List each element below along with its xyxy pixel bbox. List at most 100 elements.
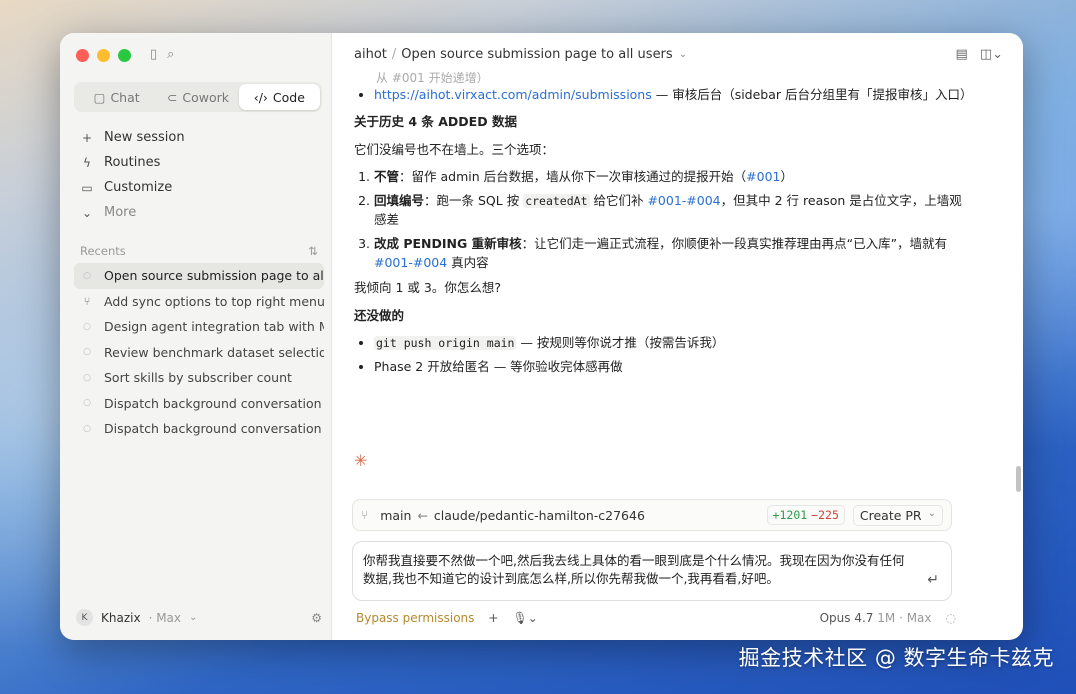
sidebar-item-label: Customize [104, 180, 173, 195]
zoom-window-button[interactable] [118, 49, 131, 62]
options-list: 不管：留作 admin 后台数据，墙从你下一次审核通过的提报开始（#001） 回… [374, 167, 974, 272]
tab-cowork[interactable]: ⊂ Cowork [157, 84, 238, 110]
recent-item[interactable]: ○ Sort skills by subscriber count [74, 365, 324, 391]
ref-link[interactable]: #001-#004 [647, 193, 720, 208]
dot-icon: ○ [83, 372, 91, 383]
filter-icon[interactable]: ⇅ [308, 244, 318, 258]
recent-label: Add sync options to top right menu [104, 293, 324, 309]
sidebar-item-label: Routines [104, 155, 161, 170]
lightning-icon: ϟ [83, 155, 91, 170]
option-text: 真内容 [447, 255, 489, 271]
tab-chat[interactable]: ▢ Chat [76, 84, 157, 110]
admin-submissions-link[interactable]: https://aihot.virxact.com/admin/submissi… [374, 87, 652, 102]
dot-icon: ○ [83, 347, 91, 358]
paragraph: 我倾向 1 或 3。你怎么想? [354, 280, 501, 296]
sidebar-nav: + New session ϟ Routines ▭ Customize ⌄ M… [74, 125, 322, 225]
sidebar-item-label: New session [104, 130, 185, 145]
ref-link[interactable]: #001 [746, 169, 780, 184]
diff-stats[interactable]: +1201 −225 [766, 505, 845, 525]
option-title: 不管 [374, 169, 400, 185]
option-text: ：跑一条 SQL 按 [424, 192, 524, 208]
chevron-down-icon[interactable]: ⌄ [679, 49, 687, 60]
search-icon[interactable]: ⌕ [167, 47, 174, 62]
additions-count: +1201 [772, 508, 808, 522]
sidebar-item-routines[interactable]: ϟ Routines [74, 150, 322, 175]
recent-label: Dispatch background conversation [104, 421, 322, 437]
ref-link[interactable]: #001-#004 [374, 255, 447, 270]
chevron-down-icon[interactable]: ⌄ [928, 508, 936, 523]
permissions-selector[interactable]: Bypass permissions [356, 611, 474, 625]
user-name: Khazix [101, 610, 141, 625]
list-item: 回填编号：跑一条 SQL 按 createdAt 给它们补 #001-#004，… [374, 191, 974, 230]
option-title: 回填编号 [374, 192, 425, 208]
composer-text[interactable]: 你帮我直接要不然做一个吧,然后我去线上具体的看一眼到底是个什么情况。我现在因为你… [363, 552, 911, 588]
recents-title: Recents [80, 244, 126, 258]
sidebar-item-customize[interactable]: ▭ Customize [74, 175, 322, 200]
recent-item[interactable]: ○ Review benchmark dataset selection [74, 340, 324, 366]
recent-item[interactable]: ○ Dispatch background conversation [74, 416, 324, 442]
todo-list: git push origin main — 按规则等你说才推（按需告诉我） P… [374, 333, 974, 376]
dot-icon: ○ [83, 270, 91, 281]
sidebar-item-label: More [104, 205, 137, 220]
dot-icon: ○ [83, 423, 91, 434]
document-icon[interactable]: ▤ [956, 47, 968, 62]
branch-icon: ⑂ [83, 294, 91, 308]
minimize-window-button[interactable] [97, 49, 110, 62]
create-pr-button[interactable]: Create PR ⌄ [852, 504, 943, 526]
list-item: git push origin main — 按规则等你说才推（按需告诉我） [374, 333, 974, 353]
enter-icon[interactable]: ↵ [927, 570, 939, 590]
sidebar-top-icons: ▯ ⌕ [150, 47, 174, 62]
composer-footer: Bypass permissions + 🎙⌄ Opus 4.7 1M · Ma… [356, 611, 956, 625]
dot-icon: ○ [83, 398, 91, 409]
settings-icon[interactable]: ⚙ [311, 611, 322, 625]
plus-icon: + [81, 130, 93, 145]
plus-icon[interactable]: + [488, 611, 498, 625]
list-item: Phase 2 开放给匿名 — 等你验收完体感再做 [374, 357, 974, 376]
recent-item[interactable]: ○ Dispatch background conversation [74, 391, 324, 417]
main-header: aihot / Open source submission page to a… [354, 47, 1003, 62]
recent-item[interactable]: ○ Open source submission page to all use… [74, 263, 324, 289]
create-pr-label: Create PR [859, 507, 922, 523]
sidebar-item-more[interactable]: ⌄ More [74, 200, 322, 225]
microphone-icon[interactable]: 🎙⌄ [512, 611, 537, 625]
list-text: — 按规则等你说才推（按需告诉我） [516, 335, 725, 351]
option-text: ：留作 admin 后台数据，墙从你下一次审核通过的提报开始（ [399, 169, 747, 185]
list-text: Phase 2 开放给匿名 — 等你验收完体感再做 [374, 359, 623, 374]
user-profile[interactable]: K Khazix · Max ⌄ ⚙ [76, 609, 322, 626]
chevron-down-icon: ⌄ [189, 612, 198, 623]
spark-icon: ✳ [354, 451, 368, 470]
tab-label: Code [272, 89, 305, 105]
loading-spinner-icon: ◌ [945, 611, 956, 625]
recent-label: Dispatch background conversation [104, 395, 322, 411]
inline-code: createdAt [523, 193, 590, 208]
recent-label: Design agent integration tab with MCP [104, 319, 324, 335]
base-branch: main [380, 507, 412, 523]
option-text: 给它们补 [589, 192, 648, 208]
section-heading: 还没做的 [354, 307, 405, 323]
sidebar-toggle-icon[interactable]: ▯ [150, 47, 157, 62]
recent-label: Open source submission page to all users [104, 268, 324, 284]
close-window-button[interactable] [76, 49, 89, 62]
header-actions: ▤ ◫⌄ [956, 47, 1003, 62]
tab-label: Chat [110, 89, 140, 105]
briefcase-icon: ▭ [81, 180, 93, 195]
main-panel: aihot / Open source submission page to a… [332, 33, 1023, 640]
message-composer[interactable]: 你帮我直接要不然做一个吧,然后我去线上具体的看一眼到底是个什么情况。我现在因为你… [352, 541, 952, 601]
model-context: 1M · Max [877, 611, 932, 625]
scrollbar[interactable] [1016, 466, 1021, 492]
session-title[interactable]: Open source submission page to all users [401, 47, 672, 62]
sidebar-item-new-session[interactable]: + New session [74, 125, 322, 150]
branch-bar: ⑂ main ← claude/pedantic-hamilton-c27646… [352, 499, 952, 531]
list-item: 不管：留作 admin 后台数据，墙从你下一次审核通过的提报开始（#001） [374, 167, 974, 186]
recent-item[interactable]: ⑂ Add sync options to top right menu [74, 289, 324, 315]
sidebar: ▯ ⌕ ▢ Chat ⊂ Cowork ‹/› Code + New sessi… [60, 33, 332, 640]
model-selector[interactable]: Opus 4.7 1M · Max [820, 611, 932, 625]
recents-list: ○ Open source submission page to all use… [74, 263, 324, 442]
mode-tabs: ▢ Chat ⊂ Cowork ‹/› Code [74, 82, 322, 112]
tab-code[interactable]: ‹/› Code [238, 84, 320, 110]
recent-item[interactable]: ○ Design agent integration tab with MCP [74, 314, 324, 340]
panel-toggle-icon[interactable]: ◫⌄ [980, 47, 1003, 62]
project-name[interactable]: aihot [354, 47, 387, 62]
paragraph: 它们没编号也不在墙上。三个选项： [354, 141, 555, 157]
recent-label: Review benchmark dataset selection [104, 344, 324, 360]
